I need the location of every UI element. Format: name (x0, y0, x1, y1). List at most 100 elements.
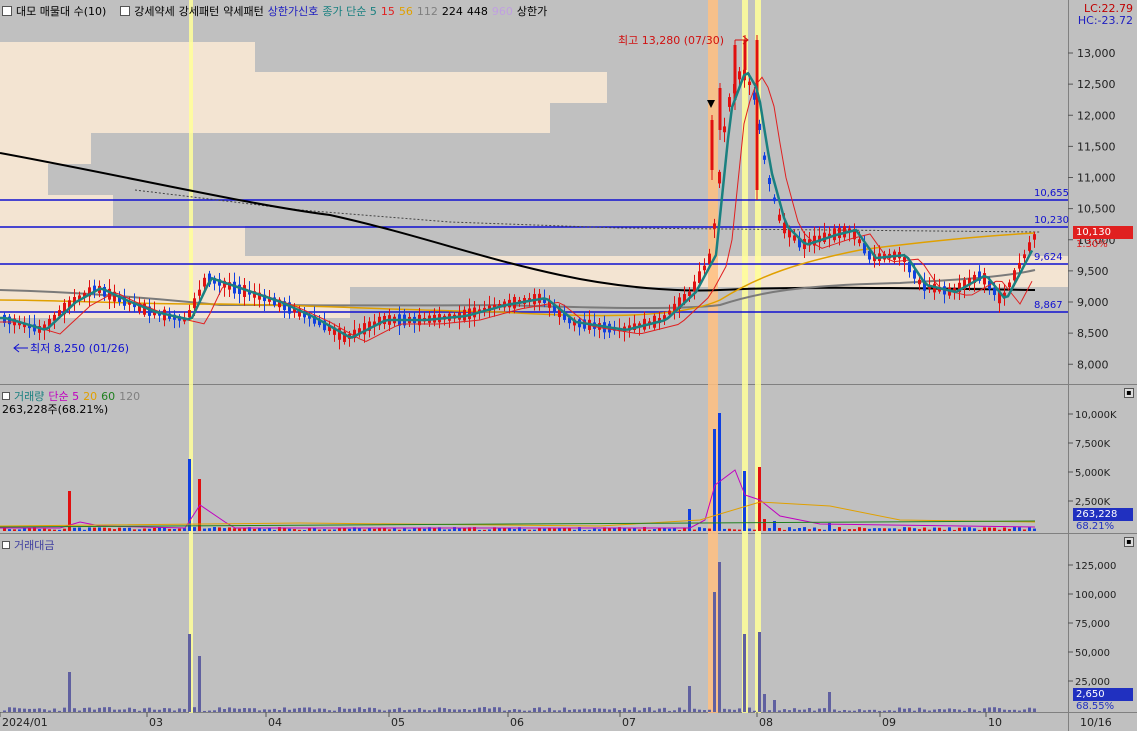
candle-body (733, 45, 737, 100)
price-tick-label: 10,500 (1077, 203, 1116, 216)
amount-bar (278, 710, 281, 712)
level-label: 10,655 (1034, 188, 1069, 199)
amount-bar (938, 708, 941, 712)
amount-bar (163, 708, 166, 712)
amount-bar (63, 707, 66, 712)
low-price-label: 최저 8,250 (01/26) (30, 342, 129, 355)
volume-bar (808, 529, 811, 531)
candle-body (778, 214, 781, 221)
legend-item-8[interactable]: 224 (442, 5, 463, 18)
amount-bar (308, 707, 311, 712)
volume-bar (593, 528, 596, 531)
candle-body (768, 177, 771, 185)
volume-bar (928, 529, 931, 531)
amount-bar (798, 709, 801, 712)
volume-bar (548, 528, 551, 531)
amount-bar (228, 707, 231, 712)
volume-bar (708, 528, 711, 531)
volume-bar (963, 527, 966, 531)
volume-profile-bar (0, 103, 550, 133)
legend-item-10[interactable]: 960 (492, 5, 513, 18)
volume-panel-close-icon[interactable]: ▪ (1124, 388, 1134, 398)
amount-checkbox[interactable] (2, 541, 10, 549)
legend-item-9[interactable]: 448 (467, 5, 488, 18)
amount-bar (218, 707, 221, 712)
amount-bar (933, 709, 936, 712)
volume-legend-item-3[interactable]: 120 (119, 390, 140, 403)
volume-bar (848, 529, 851, 531)
amount-bar (673, 710, 676, 712)
amount-bar (208, 710, 211, 712)
chart-canvas[interactable]: 13,000 12,500 12,000 11,500 11,000 10,500 10,0… (0, 0, 1137, 731)
amount-bar (533, 707, 536, 712)
volume-bar (738, 529, 741, 531)
candle-body (1013, 270, 1016, 281)
volume-bar (388, 529, 391, 531)
amount-bar (383, 710, 386, 712)
amount-bar (643, 707, 646, 712)
candle-body (708, 253, 711, 264)
legend-item-2[interactable]: 약세패턴 (223, 3, 263, 19)
legend-item-0[interactable]: 강세약세 (134, 3, 174, 19)
legend-item-1[interactable]: 강세패턴 (179, 3, 219, 19)
legend-item-3[interactable]: 상한가신호 (268, 3, 319, 19)
legend-item-4[interactable]: 종가 단순 5 (322, 3, 376, 19)
volume-bar (303, 529, 306, 531)
amount-bar (108, 707, 111, 712)
volume-bar (328, 529, 331, 531)
price-tick-label: 9,000 (1077, 296, 1109, 309)
amount-bar (213, 710, 216, 712)
volume-checkbox[interactable] (2, 392, 10, 400)
amount-bar (598, 708, 601, 712)
stock-chart-window: 13,000 12,500 12,000 11,500 11,000 10,500 10,0… (0, 0, 1137, 731)
amount-bar (233, 708, 236, 712)
volume-bar (1018, 527, 1021, 531)
candle-body (1033, 234, 1036, 240)
legend-item-11[interactable]: 상한가 (517, 3, 547, 19)
amount-bar (443, 708, 446, 712)
volume-bar (923, 527, 926, 531)
amount-bar (588, 709, 591, 712)
volume-bar (583, 529, 586, 531)
volume-bar (748, 528, 751, 531)
amount-bar (243, 708, 246, 712)
volume-bar (333, 529, 336, 531)
amount-bar (1028, 707, 1031, 712)
amount-bar (578, 709, 581, 712)
x-tick-label: 07 (622, 716, 636, 729)
amount-bar (998, 708, 1001, 712)
amount-panel-close-icon[interactable]: ▪ (1124, 537, 1134, 547)
amount-bar (493, 707, 496, 712)
amount-bar (883, 710, 886, 712)
amount-tick-label: 25,000 (1075, 677, 1110, 688)
amount-bar (253, 708, 256, 712)
volume-profile-checkbox[interactable] (2, 6, 12, 16)
legend-item-7[interactable]: 112 (417, 5, 438, 18)
amount-bar (1008, 709, 1011, 712)
volume-bar (958, 527, 961, 531)
indicator-checkbox[interactable] (120, 6, 131, 16)
candle-body (188, 310, 191, 318)
level-label: 9,624 (1034, 252, 1063, 263)
amount-bar (583, 708, 586, 712)
candle-body (203, 277, 206, 287)
volume-bar (113, 529, 116, 531)
amount-bar (458, 709, 461, 712)
amount-bar (618, 710, 621, 712)
volume-bar (203, 528, 206, 531)
legend-item-5[interactable]: 15 (381, 5, 395, 18)
volume-bar (968, 527, 971, 531)
amount-bar (723, 708, 726, 712)
volume-bar (998, 529, 1001, 531)
volume-bar (988, 527, 991, 531)
volume-bar (223, 528, 226, 531)
candle-body (755, 40, 759, 190)
amount-legend-title: 거래대금 (14, 539, 55, 552)
volume-bar (28, 528, 31, 531)
amount-bar (743, 634, 746, 712)
volume-bar (628, 528, 631, 531)
legend-item-6[interactable]: 56 (399, 5, 413, 18)
amount-bar (758, 632, 761, 712)
amount-bar (323, 708, 326, 712)
candle-body (773, 197, 776, 202)
